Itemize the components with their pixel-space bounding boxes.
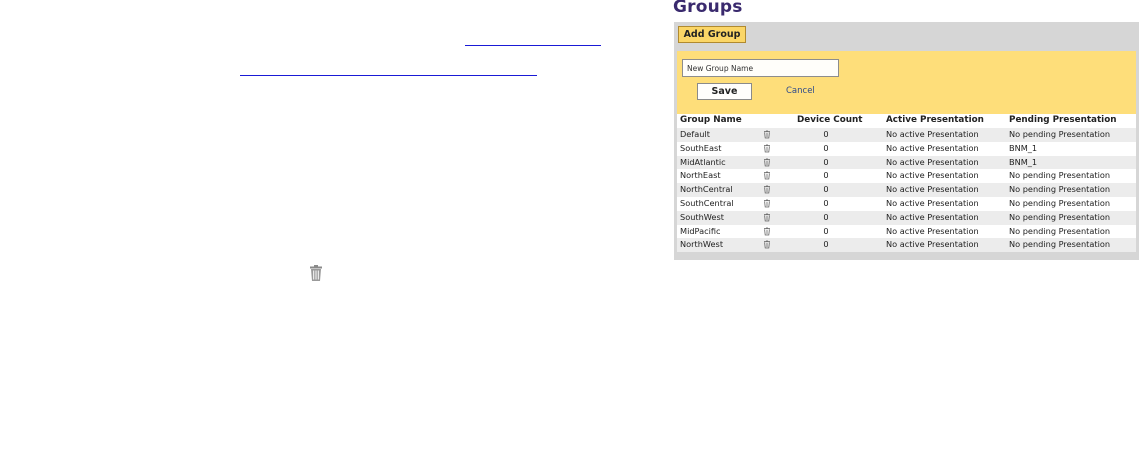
delete-group-icon[interactable] (763, 142, 771, 155)
table-row: SouthCentral 0 No active Presentation No pe… (677, 197, 1136, 211)
table-row: MidPacific 0 No active Presentation No pend… (677, 225, 1136, 239)
group-name-cell[interactable]: NorthCentral (680, 183, 733, 197)
active-presentation-cell: No active Presentation (886, 184, 979, 195)
active-presentation-cell: No active Presentation (886, 239, 979, 250)
table-body: Default 0 No active Presentation No pending… (677, 128, 1136, 253)
pending-presentation-cell: No pending Presentation (1009, 211, 1111, 222)
pending-presentation-cell: BNM_1 (1009, 142, 1038, 153)
table-row: MidAtlantic 0 No active Presentation BNM_1 (677, 155, 1136, 170)
active-presentation-cell: No active Presentation (886, 211, 979, 222)
groups-table: Group Name Device Count Active Presentat… (677, 114, 1136, 253)
delete-group-icon[interactable] (763, 169, 771, 182)
active-presentation-cell: No active Presentation (886, 197, 979, 208)
pending-presentation-cell: No pending Presentation (1009, 170, 1111, 181)
group-name-input[interactable] (682, 59, 839, 77)
header-pending-presentation: Pending Presentation (1009, 115, 1117, 125)
active-presentation-cell: No active Presentation (886, 142, 979, 153)
pending-presentation-cell: No pending Presentation (1009, 225, 1111, 236)
device-count-cell: 0 (823, 211, 829, 222)
pending-presentation-cell: BNM_1 (1009, 156, 1038, 167)
device-count-cell: 0 (823, 197, 829, 208)
active-presentation-cell: No active Presentation (886, 129, 979, 139)
device-count-cell: 0 (823, 225, 829, 236)
trash-icon[interactable] (307, 264, 325, 282)
device-count-cell: 0 (823, 239, 829, 250)
device-count-cell: 0 (823, 170, 829, 181)
group-name-cell[interactable]: Default (680, 128, 710, 142)
header-device-count: Device Count (797, 115, 863, 125)
device-count-cell: 0 (823, 129, 829, 139)
header-group-name: Group Name (680, 115, 742, 125)
group-name-cell[interactable]: NorthEast (680, 169, 721, 183)
pending-presentation-cell: No pending Presentation (1009, 129, 1111, 139)
delete-group-icon[interactable] (763, 197, 771, 210)
pending-presentation-cell: No pending Presentation (1009, 184, 1111, 195)
save-button[interactable]: Save (697, 83, 752, 100)
group-name-cell[interactable]: SouthEast (680, 142, 721, 156)
delete-group-icon[interactable] (763, 156, 771, 169)
header-active-presentation: Active Presentation (886, 115, 984, 125)
table-row: NorthWest 0 No active Presentation No pendi… (677, 238, 1136, 253)
delete-group-icon[interactable] (763, 238, 771, 251)
group-name-cell[interactable]: SouthCentral (680, 197, 734, 211)
delete-group-icon[interactable] (763, 211, 771, 224)
active-presentation-cell: No active Presentation (886, 170, 979, 181)
table-row: NorthCentral 0 No active Presentation No pe… (677, 183, 1136, 197)
group-name-cell[interactable]: MidPacific (680, 225, 721, 239)
group-name-cell[interactable]: MidAtlantic (680, 156, 726, 170)
delete-group-icon[interactable] (763, 128, 771, 141)
delete-group-icon[interactable] (763, 183, 771, 196)
device-count-cell: 0 (823, 156, 829, 167)
group-name-cell[interactable]: SouthWest (680, 211, 724, 225)
link-underline-1[interactable] (465, 45, 601, 46)
group-name-cell[interactable]: NorthWest (680, 238, 723, 252)
groups-panel: Add Group Save Cancel Group Name Device … (674, 22, 1139, 260)
table-row: Default 0 No active Presentation No pending… (677, 128, 1136, 142)
device-count-cell: 0 (823, 142, 829, 153)
delete-group-icon[interactable] (763, 225, 771, 238)
pending-presentation-cell: No pending Presentation (1009, 197, 1111, 208)
page-title: Groups (673, 0, 743, 17)
active-presentation-cell: No active Presentation (886, 156, 979, 167)
table-row: SouthWest 0 No active Presentation No pendi… (677, 210, 1136, 225)
link-underline-2[interactable] (240, 75, 537, 76)
device-count-cell: 0 (823, 184, 829, 195)
table-header: Group Name Device Count Active Presentat… (677, 114, 1136, 128)
table-row: NorthEast 0 No active Presentation No pendi… (677, 169, 1136, 183)
table-row: SouthEast 0 No active Presentation BNM_1 (677, 142, 1136, 156)
pending-presentation-cell: No pending Presentation (1009, 239, 1111, 250)
cancel-link[interactable]: Cancel (786, 86, 815, 96)
add-group-button[interactable]: Add Group (678, 26, 746, 43)
active-presentation-cell: No active Presentation (886, 225, 979, 236)
